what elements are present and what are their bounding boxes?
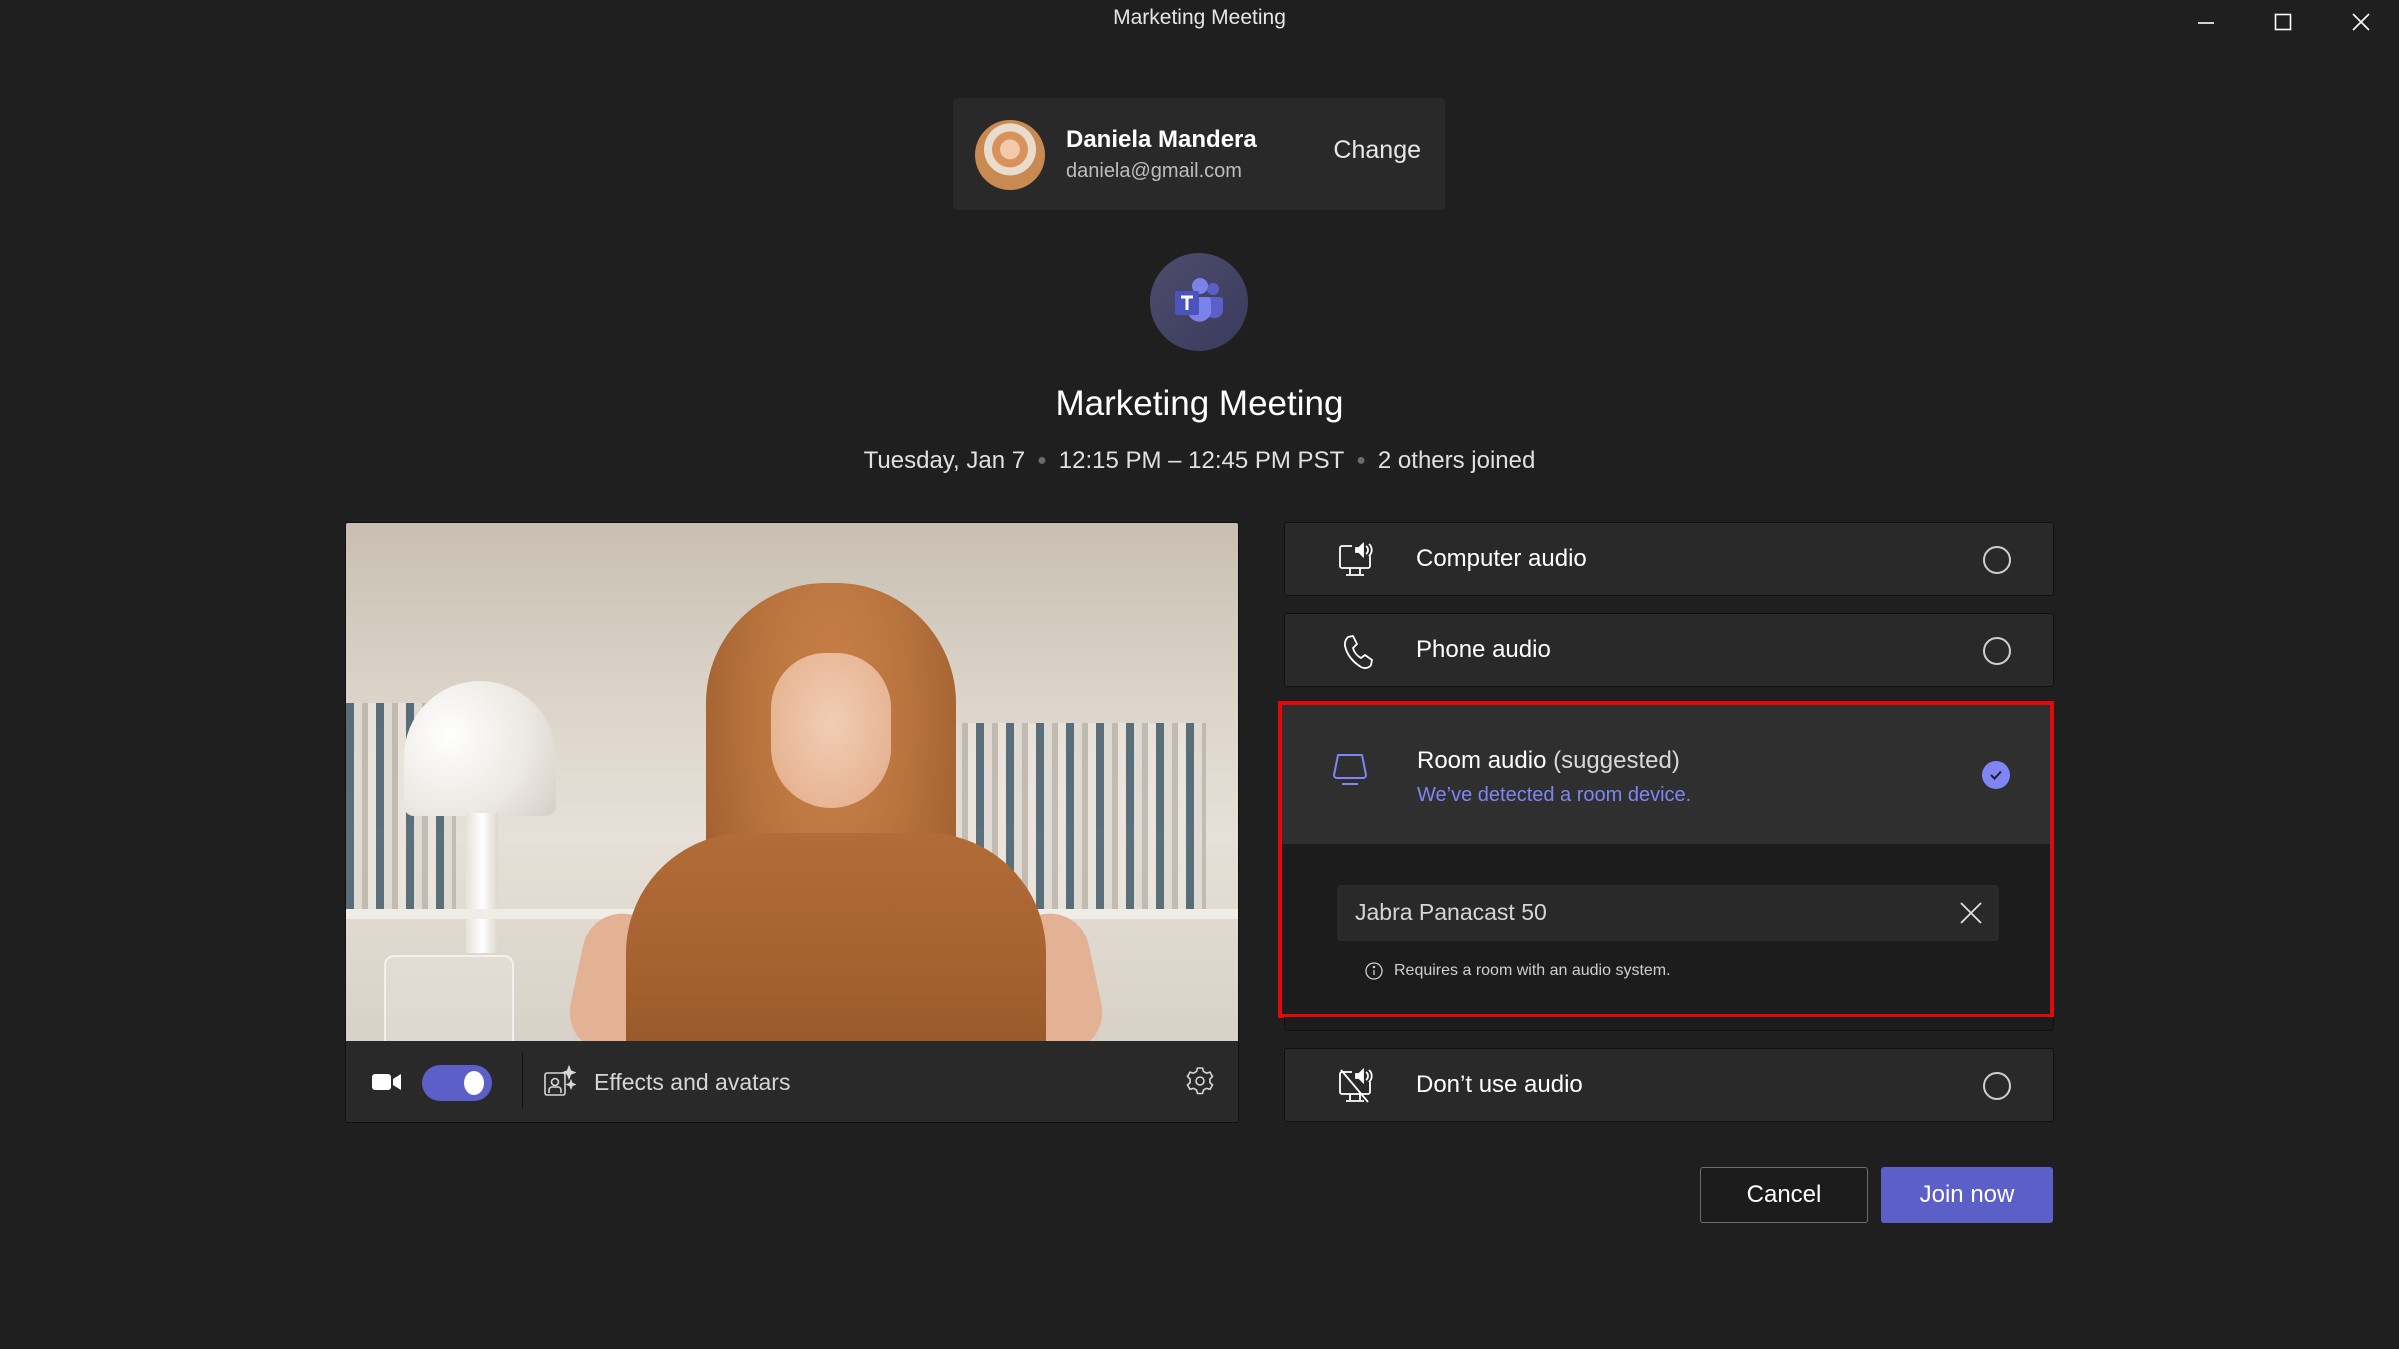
maximize-icon xyxy=(2274,13,2292,31)
phone-icon xyxy=(1337,632,1377,672)
radio-selected[interactable] xyxy=(1982,761,2010,789)
room-audio-title: Room audio (suggested) xyxy=(1417,747,1680,775)
toolbar-divider xyxy=(522,1053,523,1109)
camera-toggle[interactable] xyxy=(422,1065,492,1101)
room-audio-header[interactable]: Room audio (suggested) We’ve detected a … xyxy=(1282,705,2050,844)
room-option-base xyxy=(1284,1017,2054,1031)
radio-unselected[interactable] xyxy=(1983,546,2011,574)
hint-text: Requires a room with an audio system. xyxy=(1394,962,1671,979)
effects-and-avatars-button[interactable]: Effects and avatars xyxy=(542,1059,790,1105)
close-icon xyxy=(2352,13,2370,31)
option-label: Room audio xyxy=(1417,747,1547,774)
option-label: Phone audio xyxy=(1416,636,1551,663)
meeting-details: Tuesday, Jan 7 ● 12:15 PM – 12:45 PM PST ● 2… xyxy=(0,447,2399,475)
account-name: Daniela Mandera xyxy=(1066,126,1257,153)
effects-icon xyxy=(544,1065,576,1096)
audio-option-none[interactable]: Don’t use audio xyxy=(1284,1048,2054,1122)
participants-count: 2 others joined xyxy=(1377,447,1536,474)
teams-logo-icon xyxy=(1150,253,1248,351)
radio-unselected[interactable] xyxy=(1983,1072,2011,1100)
change-account-button[interactable]: Change xyxy=(1333,136,1421,165)
toggle-knob xyxy=(464,1071,484,1095)
speaker-off-icon xyxy=(1337,1067,1377,1107)
gear-icon xyxy=(1186,1067,1214,1095)
audio-option-phone[interactable]: Phone audio xyxy=(1284,613,2054,687)
device-settings-button[interactable] xyxy=(1184,1065,1216,1102)
camera-icon[interactable] xyxy=(372,1071,402,1098)
video-panel: Effects and avatars xyxy=(345,522,1239,1123)
maximize-button[interactable] xyxy=(2248,0,2318,44)
meeting-title: Marketing Meeting xyxy=(1055,384,1344,423)
window-title: Marketing Meeting xyxy=(1113,6,1286,29)
separator-dot: ● xyxy=(1037,452,1047,469)
audio-option-computer[interactable]: Computer audio xyxy=(1284,522,2054,596)
cancel-button[interactable]: Cancel xyxy=(1700,1167,1868,1223)
audio-option-room: Room audio (suggested) We’ve detected a … xyxy=(1278,701,2054,1018)
device-hint: Requires a room with an audio system. xyxy=(1364,961,1671,981)
option-label: Computer audio xyxy=(1416,545,1587,572)
meeting-time: 12:15 PM – 12:45 PM PST xyxy=(1058,447,1345,474)
video-toolbar: Effects and avatars xyxy=(346,1041,1238,1122)
avatar xyxy=(975,120,1045,190)
account-card: Daniela Mandera daniela@gmail.com Change xyxy=(953,98,1445,210)
separator-dot: ● xyxy=(1356,452,1366,469)
join-now-button[interactable]: Join now xyxy=(1881,1167,2053,1223)
meeting-date: Tuesday, Jan 7 xyxy=(863,447,1026,474)
info-icon xyxy=(1365,962,1383,980)
suggested-tag: (suggested) xyxy=(1553,747,1680,774)
room-device-icon xyxy=(1332,753,1368,792)
room-device-field[interactable]: Jabra Panacast 50 xyxy=(1337,885,1999,941)
radio-unselected[interactable] xyxy=(1983,637,2011,665)
checkmark-icon xyxy=(1990,770,2002,780)
close-window-button[interactable] xyxy=(2326,0,2396,44)
room-device-value: Jabra Panacast 50 xyxy=(1355,899,1547,925)
clear-device-button[interactable] xyxy=(1957,899,1985,932)
option-label: Don’t use audio xyxy=(1416,1071,1583,1098)
minimize-icon xyxy=(2198,22,2214,24)
account-email: daniela@gmail.com xyxy=(1066,160,1242,182)
camera-preview xyxy=(346,523,1238,1041)
computer-speaker-icon xyxy=(1337,541,1377,581)
minimize-button[interactable] xyxy=(2171,0,2241,44)
room-detected-text: We’ve detected a room device. xyxy=(1417,784,1692,806)
close-icon xyxy=(1960,902,1982,924)
effects-label: Effects and avatars xyxy=(594,1068,791,1095)
